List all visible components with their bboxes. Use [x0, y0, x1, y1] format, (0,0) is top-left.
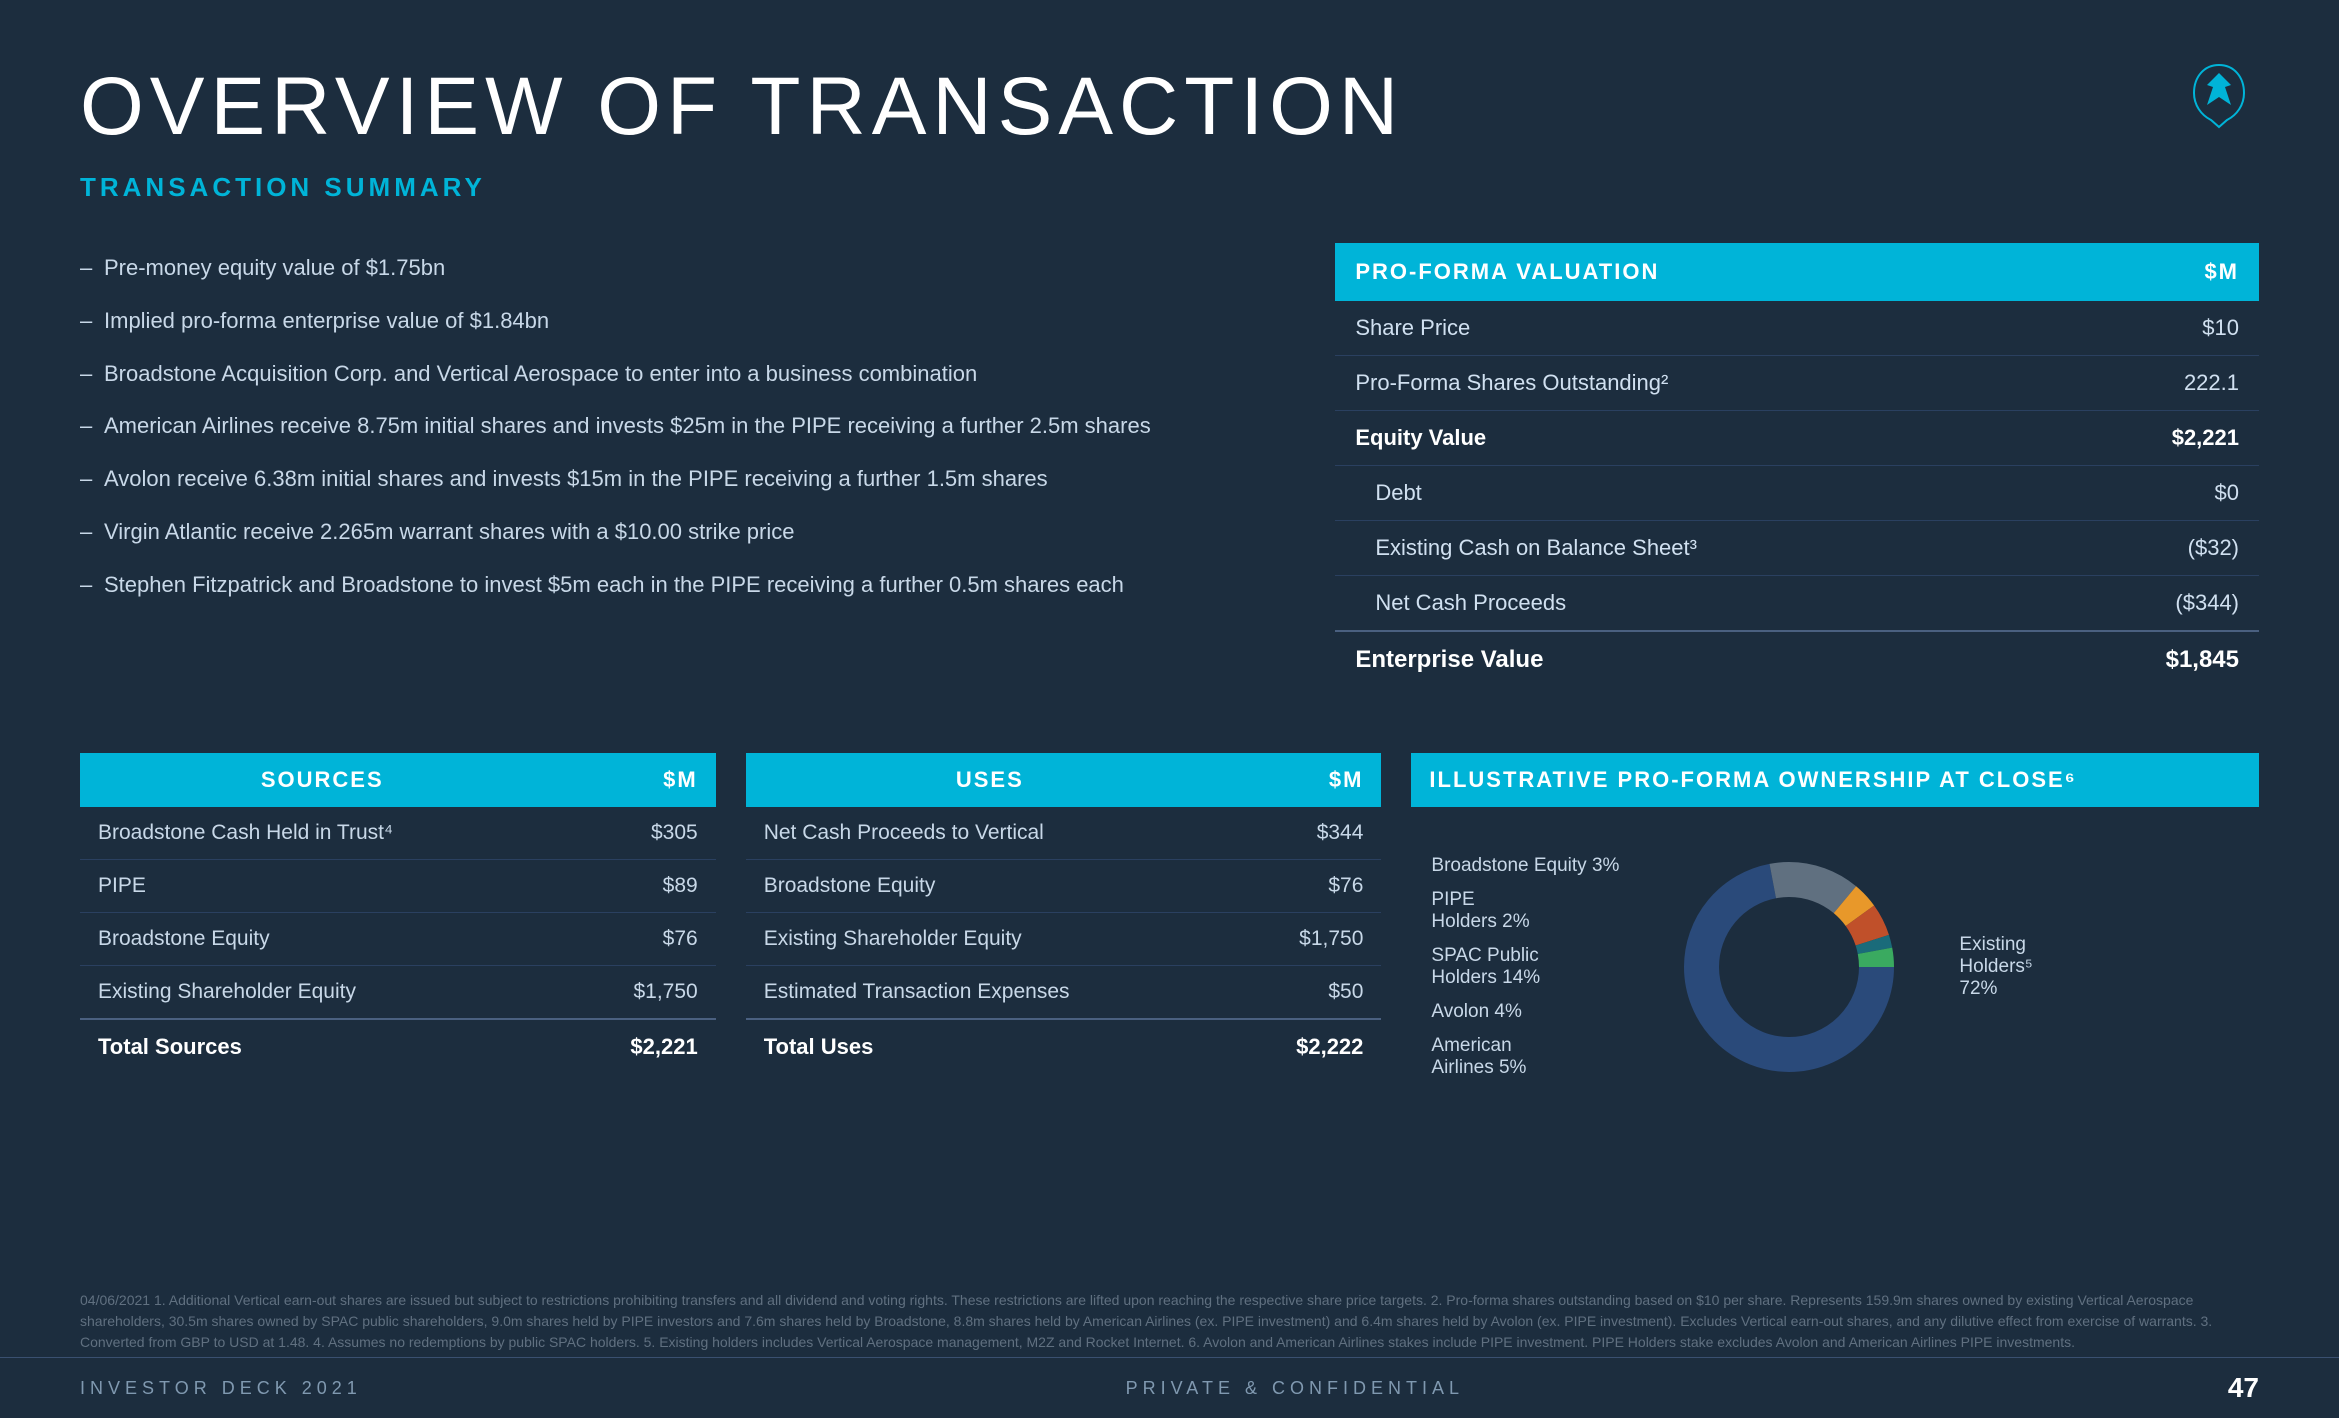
broadstone-label: Broadstone Equity 3% — [1431, 855, 1619, 877]
spac-label: SPAC PublicHolders 14% — [1431, 945, 1619, 989]
company-logo — [2179, 55, 2259, 135]
sources-row-2: PIPE $89 — [80, 860, 716, 913]
page-container: OVERVIEW OF TRANSACTION TRANSACTION SUMM… — [0, 0, 2339, 1418]
bullet-5: Avolon receive 6.38m initial shares and … — [80, 464, 1275, 495]
pf-row-equity-value: Equity Value $2,221 — [1335, 411, 2259, 466]
sources-value-4: $1,750 — [565, 966, 716, 1020]
pf-value-net-cash: ($344) — [2047, 576, 2259, 632]
uses-value-2: $76 — [1234, 860, 1382, 913]
uses-label-2: Broadstone Equity — [746, 860, 1234, 913]
footer: INVESTOR DECK 2021 PRIVATE & CONFIDENTIA… — [0, 1357, 2339, 1418]
avolon-label: Avolon 4% — [1431, 1001, 1619, 1023]
pf-label-cash: Existing Cash on Balance Sheet³ — [1335, 521, 2047, 576]
footnote: 04/06/2021 1. Additional Vertical earn-o… — [80, 1290, 2259, 1353]
uses-row-2: Broadstone Equity $76 — [746, 860, 1382, 913]
sources-header-label: SOURCES — [80, 753, 565, 807]
uses-table: USES $m Net Cash Proceeds to Vertical $3… — [746, 753, 1382, 1074]
bullet-6: Virgin Atlantic receive 2.265m warrant s… — [80, 517, 1275, 548]
pro-forma-column: PRO-FORMA VALUATION $m Share Price $10 P… — [1335, 243, 2259, 718]
pf-value-enterprise: $1,845 — [2047, 631, 2259, 688]
sources-total-value: $2,221 — [565, 1019, 716, 1074]
bullet-1: Pre-money equity value of $1.75bn — [80, 253, 1275, 284]
footer-left: INVESTOR DECK 2021 — [80, 1378, 362, 1399]
pro-forma-header-row: PRO-FORMA VALUATION $m — [1335, 243, 2259, 301]
sources-row-4: Existing Shareholder Equity $1,750 — [80, 966, 716, 1020]
ownership-section: ILLUSTRATIVE PRO-FORMA OWNERSHIP AT CLOS… — [1411, 753, 2259, 1127]
pf-row-net-cash: Net Cash Proceeds ($344) — [1335, 576, 2259, 632]
pf-row-cash: Existing Cash on Balance Sheet³ ($32) — [1335, 521, 2259, 576]
uses-header-unit: $m — [1234, 753, 1382, 807]
pro-forma-header-unit: $m — [2047, 243, 2259, 301]
pf-row-debt: Debt $0 — [1335, 466, 2259, 521]
footer-center: PRIVATE & CONFIDENTIAL — [1126, 1378, 1464, 1399]
sources-total-row: Total Sources $2,221 — [80, 1019, 716, 1074]
sources-label-2: PIPE — [80, 860, 565, 913]
pro-forma-header-label: PRO-FORMA VALUATION — [1335, 243, 2047, 301]
uses-total-value: $2,222 — [1234, 1019, 1382, 1074]
uses-value-1: $344 — [1234, 807, 1382, 860]
uses-header-row: USES $m — [746, 753, 1382, 807]
uses-row-1: Net Cash Proceeds to Vertical $344 — [746, 807, 1382, 860]
uses-total-label: Total Uses — [746, 1019, 1234, 1074]
uses-label-4: Estimated Transaction Expenses — [746, 966, 1234, 1020]
uses-label-3: Existing Shareholder Equity — [746, 913, 1234, 966]
pf-label-share-price: Share Price — [1335, 301, 2047, 356]
uses-row-3: Existing Shareholder Equity $1,750 — [746, 913, 1382, 966]
pf-row-shares-outstanding: Pro-Forma Shares Outstanding² 222.1 — [1335, 356, 2259, 411]
bullet-3: Broadstone Acquisition Corp. and Vertica… — [80, 359, 1275, 390]
uses-value-3: $1,750 — [1234, 913, 1382, 966]
pf-label-enterprise: Enterprise Value — [1335, 631, 2047, 688]
bullet-list: Pre-money equity value of $1.75bn Implie… — [80, 253, 1275, 601]
pf-label-shares-outstanding: Pro-Forma Shares Outstanding² — [1335, 356, 2047, 411]
uses-header-label: USES — [746, 753, 1234, 807]
ownership-header: ILLUSTRATIVE PRO-FORMA OWNERSHIP AT CLOS… — [1411, 753, 2259, 807]
bullet-7: Stephen Fitzpatrick and Broadstone to in… — [80, 570, 1275, 601]
pf-value-shares-outstanding: 222.1 — [2047, 356, 2259, 411]
uses-total-row: Total Uses $2,222 — [746, 1019, 1382, 1074]
section-subtitle: TRANSACTION SUMMARY — [80, 172, 2259, 203]
donut-svg — [1639, 827, 1939, 1107]
bottom-section: SOURCES $m Broadstone Cash Held in Trust… — [80, 753, 2259, 1127]
sources-value-2: $89 — [565, 860, 716, 913]
american-label: AmericanAirlines 5% — [1431, 1035, 1619, 1079]
bullet-4: American Airlines receive 8.75m initial … — [80, 411, 1275, 442]
donut-chart — [1639, 827, 1939, 1107]
sources-section: SOURCES $m Broadstone Cash Held in Trust… — [80, 753, 716, 1127]
bullet-2: Implied pro-forma enterprise value of $1… — [80, 306, 1275, 337]
pf-value-cash: ($32) — [2047, 521, 2259, 576]
pf-label-equity-value: Equity Value — [1335, 411, 2047, 466]
uses-section: USES $m Net Cash Proceeds to Vertical $3… — [746, 753, 1382, 1127]
pipe-label: PIPEHolders 2% — [1431, 889, 1619, 933]
existing-holders-label: ExistingHolders⁵72% — [1959, 934, 2032, 1000]
pf-value-share-price: $10 — [2047, 301, 2259, 356]
sources-table: SOURCES $m Broadstone Cash Held in Trust… — [80, 753, 716, 1074]
sources-value-3: $76 — [565, 913, 716, 966]
uses-label-1: Net Cash Proceeds to Vertical — [746, 807, 1234, 860]
sources-total-label: Total Sources — [80, 1019, 565, 1074]
sources-label-1: Broadstone Cash Held in Trust⁴ — [80, 807, 565, 860]
bullets-column: Pre-money equity value of $1.75bn Implie… — [80, 243, 1295, 718]
pf-value-debt: $0 — [2047, 466, 2259, 521]
sources-label-4: Existing Shareholder Equity — [80, 966, 565, 1020]
page-title: OVERVIEW OF TRANSACTION — [80, 60, 2259, 154]
uses-value-4: $50 — [1234, 966, 1382, 1020]
pf-label-net-cash: Net Cash Proceeds — [1335, 576, 2047, 632]
pro-forma-table: PRO-FORMA VALUATION $m Share Price $10 P… — [1335, 243, 2259, 688]
main-content: Pre-money equity value of $1.75bn Implie… — [80, 243, 2259, 718]
sources-row-1: Broadstone Cash Held in Trust⁴ $305 — [80, 807, 716, 860]
sources-row-3: Broadstone Equity $76 — [80, 913, 716, 966]
sources-header-unit: $m — [565, 753, 716, 807]
pf-row-enterprise: Enterprise Value $1,845 — [1335, 631, 2259, 688]
footer-page-number: 47 — [2228, 1372, 2259, 1404]
pf-label-debt: Debt — [1335, 466, 2047, 521]
uses-row-4: Estimated Transaction Expenses $50 — [746, 966, 1382, 1020]
sources-label-3: Broadstone Equity — [80, 913, 565, 966]
sources-value-1: $305 — [565, 807, 716, 860]
pf-row-share-price: Share Price $10 — [1335, 301, 2259, 356]
sources-header-row: SOURCES $m — [80, 753, 716, 807]
pf-value-equity-value: $2,221 — [2047, 411, 2259, 466]
